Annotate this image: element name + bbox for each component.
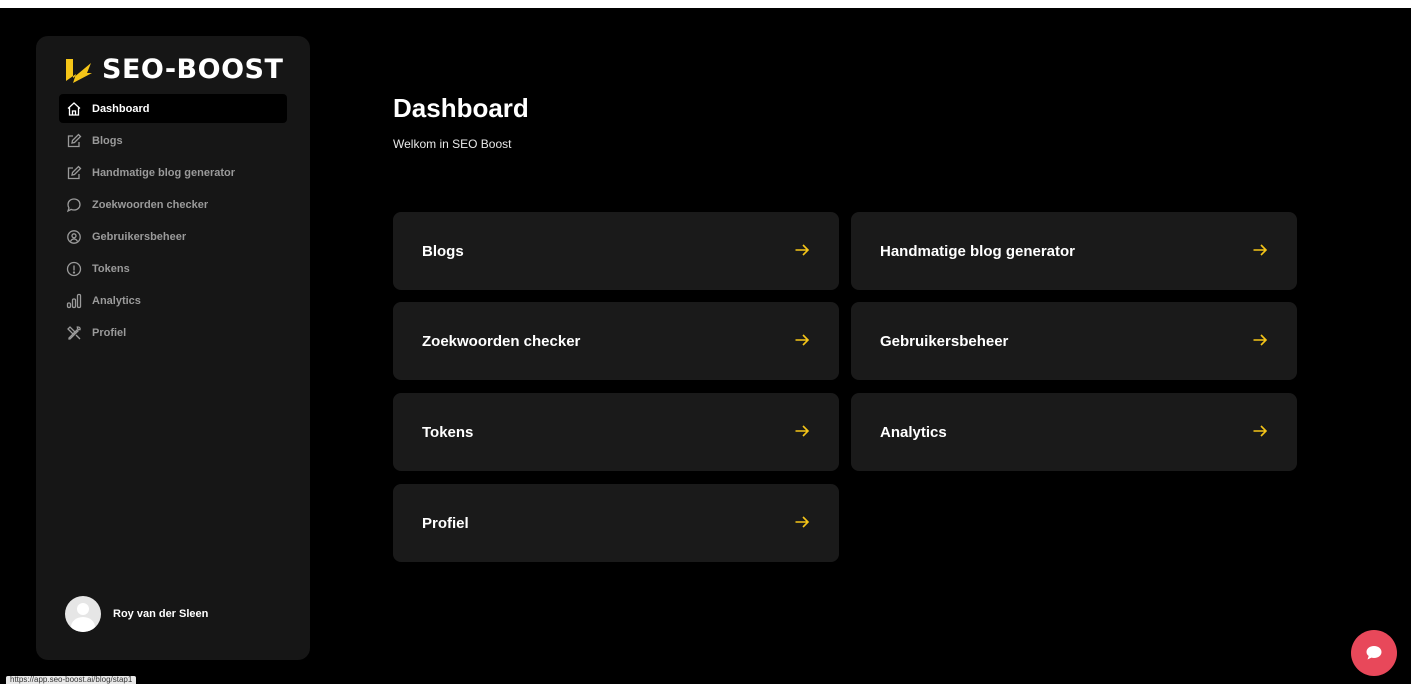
chat-button[interactable] xyxy=(1351,630,1397,676)
tools-icon xyxy=(66,325,82,341)
card-label: Blogs xyxy=(422,243,464,260)
card-label: Tokens xyxy=(422,424,474,441)
page: SEO-BOOST Dashboard Blogs Handmatige blo… xyxy=(0,0,1411,684)
sidebar-item-label: Tokens xyxy=(92,262,130,275)
card-blogs[interactable]: Blogs xyxy=(393,212,839,290)
sidebar-item-label: Profiel xyxy=(92,326,127,339)
page-subtitle: Welkom in SEO Boost xyxy=(393,137,512,151)
card-profile[interactable]: Profiel xyxy=(393,484,839,562)
sidebar-item-blogs[interactable]: Blogs xyxy=(59,126,287,155)
card-user-management[interactable]: Gebruikersbeheer xyxy=(851,302,1297,380)
edit-icon xyxy=(66,165,82,181)
sidebar-item-dashboard[interactable]: Dashboard xyxy=(59,94,287,123)
chat-icon xyxy=(1366,646,1382,660)
info-circle-icon xyxy=(66,261,82,277)
card-blog-generator[interactable]: Handmatige blog generator xyxy=(851,212,1297,290)
user-profile[interactable]: Roy van der Sleen xyxy=(65,596,208,632)
chat-bubble-icon xyxy=(66,197,82,213)
card-label: Gebruikersbeheer xyxy=(880,333,1009,350)
sidebar-item-tokens[interactable]: Tokens xyxy=(59,254,287,283)
sidebar-item-user-management[interactable]: Gebruikersbeheer xyxy=(59,222,287,251)
arrow-right-icon xyxy=(795,425,810,437)
card-label: Profiel xyxy=(422,515,469,532)
arrow-right-icon xyxy=(795,516,810,528)
sidebar-item-label: Analytics xyxy=(92,294,141,307)
logo-text: SEO-BOOST xyxy=(102,54,284,85)
card-label: Analytics xyxy=(880,424,947,441)
home-icon xyxy=(66,101,82,117)
arrow-right-icon xyxy=(795,244,810,256)
top-strip xyxy=(0,0,1411,8)
card-keyword-checker[interactable]: Zoekwoorden checker xyxy=(393,302,839,380)
sidebar-item-profile[interactable]: Profiel xyxy=(59,318,287,347)
status-url: https://app.seo-boost.ai/blog/stap1 xyxy=(6,676,137,684)
sidebar-item-label: Gebruikersbeheer xyxy=(92,230,187,243)
avatar xyxy=(65,596,101,632)
sidebar-item-label: Zoekwoorden checker xyxy=(92,198,209,211)
arrow-right-icon xyxy=(1253,425,1268,437)
arrow-right-icon xyxy=(1253,334,1268,346)
edit-icon xyxy=(66,133,82,149)
sidebar-item-blog-generator[interactable]: Handmatige blog generator xyxy=(59,158,287,187)
sidebar-item-label: Blogs xyxy=(92,134,123,147)
sidebar-item-keyword-checker[interactable]: Zoekwoorden checker xyxy=(59,190,287,219)
card-tokens[interactable]: Tokens xyxy=(393,393,839,471)
lightning-logo-icon xyxy=(66,58,92,83)
sidebar-nav: Dashboard Blogs Handmatige blog generato… xyxy=(59,94,287,350)
bar-chart-icon xyxy=(66,293,82,309)
sidebar: SEO-BOOST Dashboard Blogs Handmatige blo… xyxy=(36,36,310,660)
card-analytics[interactable]: Analytics xyxy=(851,393,1297,471)
user-name: Roy van der Sleen xyxy=(113,608,209,620)
user-circle-icon xyxy=(66,229,82,245)
sidebar-item-label: Dashboard xyxy=(92,102,150,115)
arrow-right-icon xyxy=(795,334,810,346)
sidebar-item-label: Handmatige blog generator xyxy=(92,166,236,179)
sidebar-item-analytics[interactable]: Analytics xyxy=(59,286,287,315)
arrow-right-icon xyxy=(1253,244,1268,256)
page-title: Dashboard xyxy=(393,93,529,123)
card-label: Handmatige blog generator xyxy=(880,243,1076,260)
logo[interactable]: SEO-BOOST xyxy=(64,54,283,85)
card-label: Zoekwoorden checker xyxy=(422,333,581,350)
